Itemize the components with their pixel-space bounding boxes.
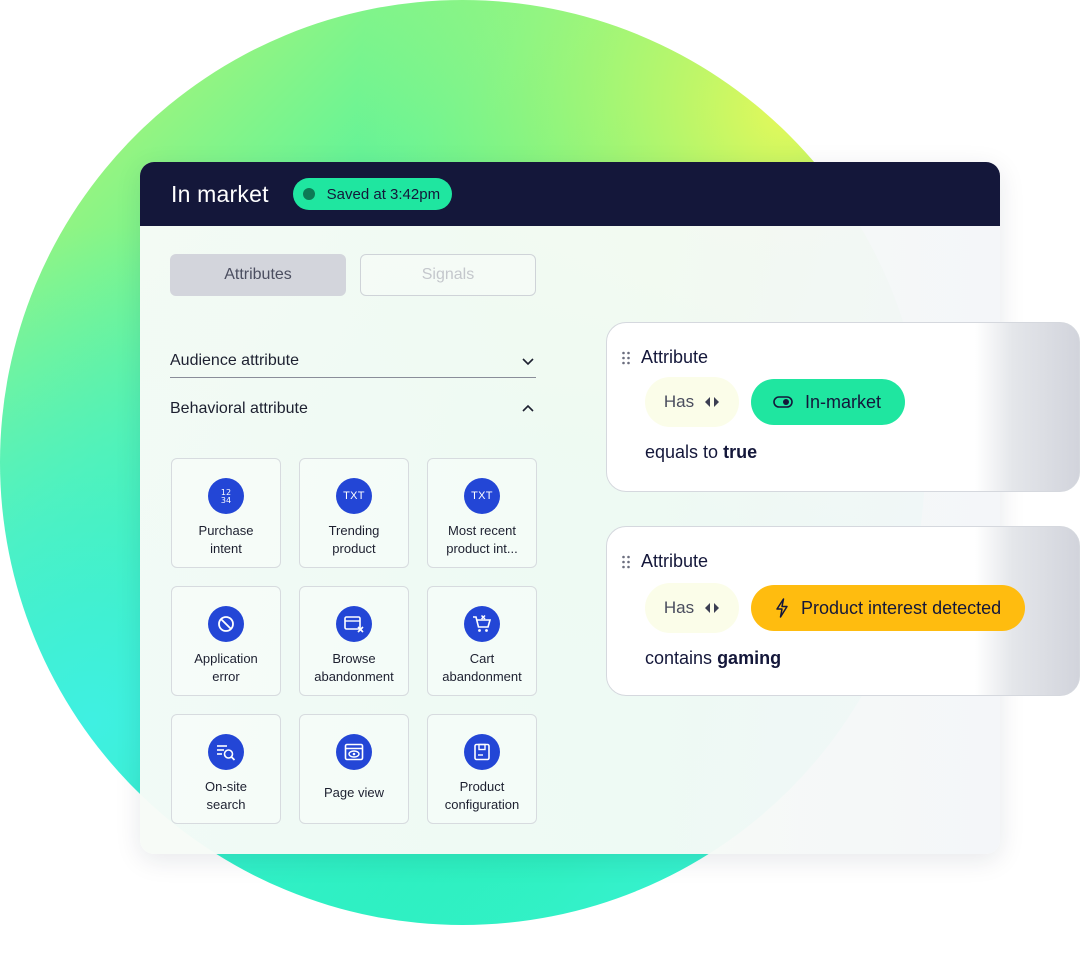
condition-prefix: equals to	[645, 442, 719, 462]
operator-selector[interactable]: Has	[645, 377, 739, 427]
swap-arrows-icon	[705, 603, 720, 613]
condition-heading-label: Attribute	[641, 551, 709, 571]
toggle-icon	[773, 396, 793, 408]
tile-cart-abandonment[interactable]: Cart abandonment	[427, 586, 537, 696]
condition-heading: Attribute	[621, 347, 708, 368]
condition-card-product-interest[interactable]: Attribute Has Product interest detected …	[606, 526, 1080, 696]
tile-label: On-site search	[205, 779, 247, 812]
attribute-chip-in-market[interactable]: In-market	[751, 379, 906, 425]
attribute-chip-label: Product interest detected	[801, 597, 1002, 618]
tile-trending-product[interactable]: TXT Trending product	[299, 458, 409, 568]
tile-purchase-intent[interactable]: 12 34 Purchase intent	[171, 458, 281, 568]
condition-value: true	[723, 442, 758, 462]
accordion-behavioral-attribute[interactable]: Behavioral attribute	[170, 396, 536, 422]
condition-value: gaming	[717, 648, 782, 668]
accordion-label: Audience attribute	[170, 351, 299, 369]
attribute-chip-product-interest[interactable]: Product interest detected	[751, 585, 1026, 631]
cart-x-icon	[464, 606, 500, 642]
tab-signals[interactable]: Signals	[360, 254, 536, 296]
txt-icon: TXT	[336, 478, 372, 514]
search-list-icon	[208, 734, 244, 770]
tile-product-configuration[interactable]: Product configuration	[427, 714, 537, 824]
condition-heading-label: Attribute	[641, 347, 709, 367]
attribute-chip-label: In-market	[805, 391, 882, 412]
accordion-audience-attribute[interactable]: Audience attribute	[170, 344, 536, 378]
condition-heading: Attribute	[621, 551, 708, 572]
numbers-icon: 12 34	[208, 478, 244, 514]
chevron-down-icon	[522, 357, 534, 365]
tile-label: Most recent product int...	[446, 523, 518, 556]
tile-on-site-search[interactable]: On-site search	[171, 714, 281, 824]
tile-label: Browse abandonment	[314, 651, 394, 684]
tile-label: Product configuration	[444, 779, 520, 812]
tile-label: Page view	[324, 785, 384, 800]
tile-label: Trending product	[328, 523, 380, 556]
saved-status-badge: Saved at 3:42pm	[292, 178, 453, 210]
tile-application-error[interactable]: Application error	[171, 586, 281, 696]
chevron-up-icon	[522, 404, 534, 412]
tile-label: Cart abandonment	[442, 651, 522, 684]
behavioral-attribute-grid: 12 34 Purchase intent TXT Trending produc…	[171, 458, 537, 824]
tab-bar: Attributes Signals	[170, 254, 536, 296]
drag-handle-icon[interactable]	[621, 351, 631, 365]
page-eye-icon	[336, 734, 372, 770]
condition-expression: contains gaming	[645, 648, 781, 669]
product-config-icon	[464, 734, 500, 770]
tile-label: Application error	[194, 651, 258, 684]
drag-handle-icon[interactable]	[621, 555, 631, 569]
tile-page-view[interactable]: Page view	[299, 714, 409, 824]
segment-title: In market	[171, 180, 269, 207]
condition-card-in-market[interactable]: Attribute Has In-market equals to true	[606, 322, 1080, 492]
txt-icon: TXT	[464, 478, 500, 514]
tile-most-recent-product-interest[interactable]: TXT Most recent product int...	[427, 458, 537, 568]
operator-selector[interactable]: Has	[645, 583, 739, 633]
swap-arrows-icon	[705, 397, 720, 407]
tab-attributes[interactable]: Attributes	[170, 254, 346, 296]
panel-header: In market Saved at 3:42pm	[140, 162, 1000, 226]
lightning-icon	[776, 598, 788, 618]
operator-label: Has	[663, 392, 695, 411]
tile-browse-abandonment[interactable]: Browse abandonment	[299, 586, 409, 696]
browse-abandon-icon	[336, 606, 372, 642]
status-dot-icon	[302, 188, 315, 200]
accordion-label: Behavioral attribute	[170, 400, 308, 417]
blocked-icon	[208, 606, 244, 642]
saved-status-text: Saved at 3:42pm	[326, 185, 441, 203]
tile-label: Purchase intent	[198, 523, 254, 556]
svg-text:34: 34	[221, 496, 231, 505]
operator-label: Has	[663, 598, 695, 617]
condition-expression: equals to true	[645, 442, 757, 463]
condition-prefix: contains	[645, 648, 713, 668]
segment-editor-panel: In market Saved at 3:42pm Attributes Sig…	[140, 162, 1000, 854]
